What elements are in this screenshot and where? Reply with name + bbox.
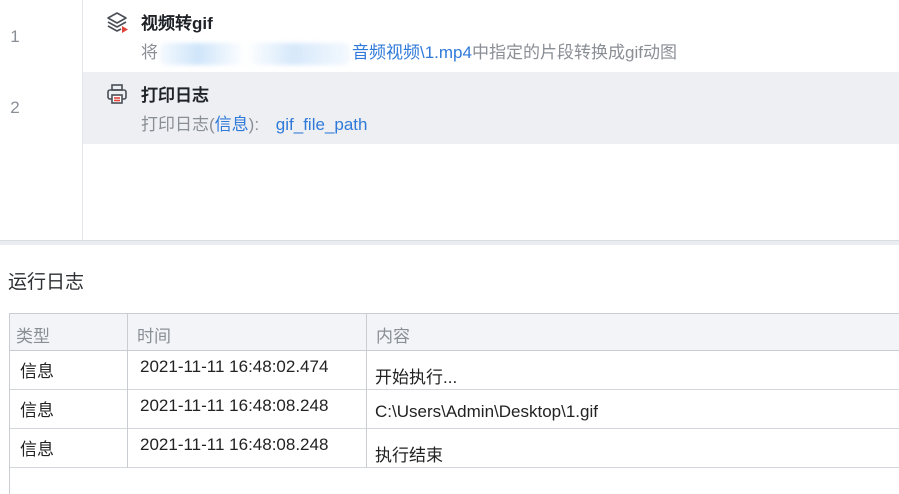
table-row[interactable]: 信息 2021-11-11 16:48:08.248 C:\Users\Admi… — [10, 390, 899, 429]
table-row[interactable]: 信息 2021-11-11 16:48:02.474 开始执行... — [10, 351, 899, 390]
step-title: 打印日志 — [141, 86, 209, 105]
column-header-type[interactable]: 类型 — [16, 322, 50, 347]
line-number: 2 — [10, 98, 20, 117]
desc-prefix: 将 — [141, 43, 158, 62]
log-content: C:\Users\Admin\Desktop\1.gif — [375, 402, 598, 421]
step-video-to-gif[interactable]: 视频转gif 将 音频视频\1.mp4中指定的片段转换成gif动图 — [83, 0, 899, 72]
printer-icon — [105, 82, 129, 106]
variable-link[interactable]: gif_file_path — [276, 115, 368, 134]
log-time: 2021-11-11 16:48:08.248 — [140, 435, 329, 454]
log-content: 开始执行... — [375, 368, 458, 387]
panel-splitter[interactable] — [0, 240, 899, 245]
log-panel-title: 运行日志 — [8, 272, 85, 293]
log-time: 2021-11-11 16:48:02.474 — [140, 357, 329, 376]
column-divider[interactable] — [366, 314, 367, 468]
column-divider[interactable] — [127, 314, 128, 468]
log-content: 执行结束 — [375, 446, 443, 465]
column-header-time[interactable]: 时间 — [137, 322, 171, 347]
log-time: 2021-11-11 16:48:08.248 — [140, 396, 329, 415]
line-number: 1 — [10, 27, 20, 46]
desc-prefix: 打印日志( — [141, 115, 215, 134]
flow-editor: 1 2 视频转gif 将 音频视频\1.mp4中指定的片段转换成gif动图 打印日… — [0, 0, 899, 240]
log-type: 信息 — [20, 401, 54, 420]
layers-icon — [105, 10, 129, 34]
desc-suffix: 中指定的片段转换成gif动图 — [471, 43, 677, 62]
log-level-link[interactable]: 信息 — [215, 115, 249, 134]
step-print-log[interactable]: 打印日志 打印日志(信息): gif_file_path — [83, 72, 899, 144]
line-gutter: 1 2 — [0, 0, 83, 240]
column-header-content[interactable]: 内容 — [376, 322, 410, 347]
log-table: 类型 时间 内容 信息 2021-11-11 16:48:02.474 开始执行… — [9, 313, 899, 494]
log-type: 信息 — [20, 362, 54, 381]
table-row[interactable]: 信息 2021-11-11 16:48:08.248 执行结束 — [10, 429, 899, 468]
desc-colon: ): — [248, 115, 260, 134]
step-title: 视频转gif — [141, 14, 213, 33]
log-table-header: 类型 时间 内容 — [10, 314, 899, 351]
step-description: 打印日志(信息): gif_file_path — [141, 110, 367, 135]
step-description: 将 音频视频\1.mp4中指定的片段转换成gif动图 — [141, 38, 677, 65]
desc-link-prefix: 音频 — [352, 43, 386, 62]
app-root: 1 2 视频转gif 将 音频视频\1.mp4中指定的片段转换成gif动图 打印日… — [0, 0, 899, 494]
log-type: 信息 — [20, 440, 54, 459]
redacted-text — [160, 42, 350, 65]
file-path-link[interactable]: 视频\1.mp4 — [386, 43, 472, 62]
